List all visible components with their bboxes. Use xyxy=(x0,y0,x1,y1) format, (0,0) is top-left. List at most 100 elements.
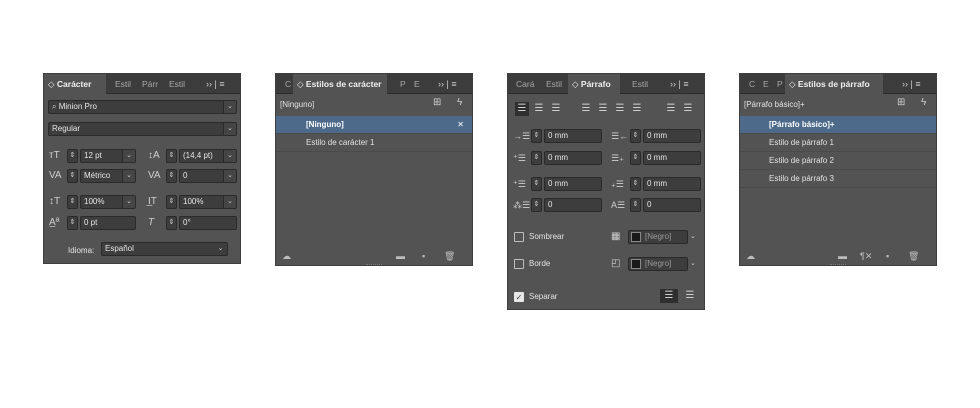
border-color-field[interactable]: [Negro] xyxy=(628,257,688,271)
justify-center-icon[interactable]: ☰ xyxy=(596,102,610,116)
tab-para-styles[interactable]: Estil xyxy=(632,74,654,94)
list-item[interactable]: Estilo de párrafo 3 xyxy=(740,170,936,188)
font-style-field[interactable]: Regular ⌄ xyxy=(48,122,237,136)
left-indent-field[interactable]: 0 mm xyxy=(544,129,602,143)
border-checkbox[interactable] xyxy=(514,259,524,269)
chevron-down-icon[interactable]: ⌄ xyxy=(690,230,696,244)
chevron-down-icon[interactable]: ⌄ xyxy=(122,150,135,162)
chevron-down-icon[interactable]: ⌄ xyxy=(690,257,696,271)
space-before-field[interactable]: 0 mm xyxy=(544,177,602,191)
lightning-icon[interactable]: ϟ xyxy=(457,96,462,110)
panel-menu-button[interactable]: ›› | ≡ xyxy=(902,74,921,94)
chevron-down-icon[interactable]: ⌄ xyxy=(223,123,236,135)
tab-char-styles[interactable]: ◇ Estilos de carácter xyxy=(293,74,387,95)
right-indent-stepper[interactable]: ⇕ xyxy=(630,129,641,143)
tab-para-styles[interactable]: E xyxy=(414,74,422,94)
right-indent-field[interactable]: 0 mm xyxy=(643,129,701,143)
language-select[interactable]: Español ⌄ xyxy=(101,242,228,256)
folder-icon[interactable]: ▬ xyxy=(396,249,405,263)
hscale-stepper[interactable]: ⇕ xyxy=(166,195,177,209)
tab-character[interactable]: Cará xyxy=(516,74,536,94)
align-center-icon[interactable]: ☰ xyxy=(532,102,546,116)
first-line-indent-field[interactable]: 0 mm xyxy=(544,151,602,165)
dropcap-chars-field[interactable]: 0 xyxy=(643,198,701,212)
chevron-down-icon[interactable]: ⌄ xyxy=(223,196,236,208)
shading-checkbox[interactable] xyxy=(514,232,524,242)
kerning-stepper[interactable]: ⇕ xyxy=(67,169,78,183)
align-left-icon[interactable]: ☰ xyxy=(515,102,529,116)
kerning-field[interactable]: Métrico ⌄ xyxy=(80,169,136,183)
font-family-field[interactable]: ⌕ Minion Pro ⌄ xyxy=(48,100,237,114)
leading-field[interactable]: (14,4 pt) ⌄ xyxy=(179,149,237,163)
tab-char-styles[interactable]: Estil xyxy=(546,74,566,94)
tab-paragraph[interactable]: P xyxy=(400,74,408,94)
size-stepper[interactable]: ⇕ xyxy=(67,149,78,163)
tab-character[interactable]: C xyxy=(285,74,293,94)
skew-field[interactable]: 0° xyxy=(179,216,237,230)
panel-menu-button[interactable]: ›› | ≡ xyxy=(206,74,225,94)
balance-columns-icon[interactable]: ☰ xyxy=(683,289,697,303)
shading-color-field[interactable]: [Negro] xyxy=(628,230,688,244)
baseline-shift-field[interactable]: 0 pt xyxy=(80,216,136,230)
new-style-from-selection-icon[interactable]: ⊞ xyxy=(433,96,441,110)
horizontal-scale-field[interactable]: 100% ⌄ xyxy=(179,195,237,209)
new-style-from-selection-icon[interactable]: ⊞ xyxy=(897,96,905,110)
tab-paragraph[interactable]: P xyxy=(777,74,785,94)
skew-stepper[interactable]: ⇕ xyxy=(166,216,177,230)
chevron-down-icon[interactable]: ⌄ xyxy=(214,243,227,255)
tab-para-styles[interactable]: Estil xyxy=(169,74,187,94)
tab-paragraph[interactable]: ◇ Párrafo xyxy=(568,74,620,95)
space-after-stepper[interactable]: ⇕ xyxy=(630,177,641,191)
new-style-icon[interactable]: ▪ xyxy=(886,249,889,263)
chevron-down-icon[interactable]: ⌄ xyxy=(223,150,236,162)
new-style-icon[interactable]: ▪ xyxy=(422,249,425,263)
list-item[interactable]: Estilo de párrafo 1 xyxy=(740,134,936,152)
dropcap-chars-stepper[interactable]: ⇕ xyxy=(630,198,641,212)
left-indent-stepper[interactable]: ⇕ xyxy=(531,129,542,143)
dropcap-lines-stepper[interactable]: ⇕ xyxy=(531,198,542,212)
leading-stepper[interactable]: ⇕ xyxy=(166,149,177,163)
dropcap-lines-field[interactable]: 0 xyxy=(544,198,602,212)
trash-icon[interactable]: 🗑 xyxy=(908,249,919,263)
tab-char-styles[interactable]: Estil xyxy=(115,74,133,94)
list-item[interactable]: Estilo de párrafo 2 xyxy=(740,152,936,170)
clear-override-icon[interactable]: ✕ xyxy=(457,116,464,134)
justify-left-icon[interactable]: ☰ xyxy=(579,102,593,116)
align-right-icon[interactable]: ☰ xyxy=(549,102,563,116)
panel-menu-button[interactable]: ›› | ≡ xyxy=(670,74,689,94)
tracking-stepper[interactable]: ⇕ xyxy=(166,169,177,183)
justify-right-icon[interactable]: ☰ xyxy=(613,102,627,116)
space-after-field[interactable]: 0 mm xyxy=(643,177,701,191)
last-line-stepper[interactable]: ⇕ xyxy=(630,151,641,165)
lightning-icon[interactable]: ϟ xyxy=(921,96,926,110)
list-item[interactable]: [Ninguno] ✕ xyxy=(276,116,472,134)
trash-icon[interactable]: 🗑 xyxy=(444,249,455,263)
chevron-down-icon[interactable]: ⌄ xyxy=(122,170,135,182)
first-line-stepper[interactable]: ⇕ xyxy=(531,151,542,165)
tab-char-styles[interactable]: E xyxy=(763,74,771,94)
space-before-stepper[interactable]: ⇕ xyxy=(531,177,542,191)
baseline-stepper[interactable]: ⇕ xyxy=(67,216,78,230)
tab-character[interactable]: ◇ Carácter xyxy=(44,74,106,95)
resize-grip[interactable] xyxy=(830,264,846,266)
vscale-stepper[interactable]: ⇕ xyxy=(67,195,78,209)
chevron-down-icon[interactable]: ⌄ xyxy=(223,170,236,182)
chevron-down-icon[interactable]: ⌄ xyxy=(122,196,135,208)
clear-overrides-icon[interactable]: ¶✕ xyxy=(860,249,872,263)
folder-icon[interactable]: ▬ xyxy=(838,249,847,263)
align-away-spine-icon[interactable]: ☰ xyxy=(681,102,695,116)
separate-checkbox[interactable]: ✓ xyxy=(514,292,524,302)
panel-menu-button[interactable]: ›› | ≡ xyxy=(438,74,457,94)
font-size-field[interactable]: 12 pt ⌄ xyxy=(80,149,136,163)
tracking-field[interactable]: 0 ⌄ xyxy=(179,169,237,183)
last-line-indent-field[interactable]: 0 mm xyxy=(643,151,701,165)
vertical-scale-field[interactable]: 100% ⌄ xyxy=(80,195,136,209)
hyphenate-icon[interactable]: ☰ xyxy=(660,289,678,303)
border-settings-icon[interactable]: ◰ xyxy=(611,257,620,271)
tab-para-styles[interactable]: ◇ Estilos de párrafo xyxy=(785,74,883,95)
list-item[interactable]: [Párrafo básico]+ xyxy=(740,116,936,134)
resize-grip[interactable] xyxy=(366,264,382,266)
justify-all-icon[interactable]: ☰ xyxy=(630,102,644,116)
cloud-icon[interactable]: ☁ xyxy=(746,249,755,263)
chevron-down-icon[interactable]: ⌄ xyxy=(223,101,236,113)
